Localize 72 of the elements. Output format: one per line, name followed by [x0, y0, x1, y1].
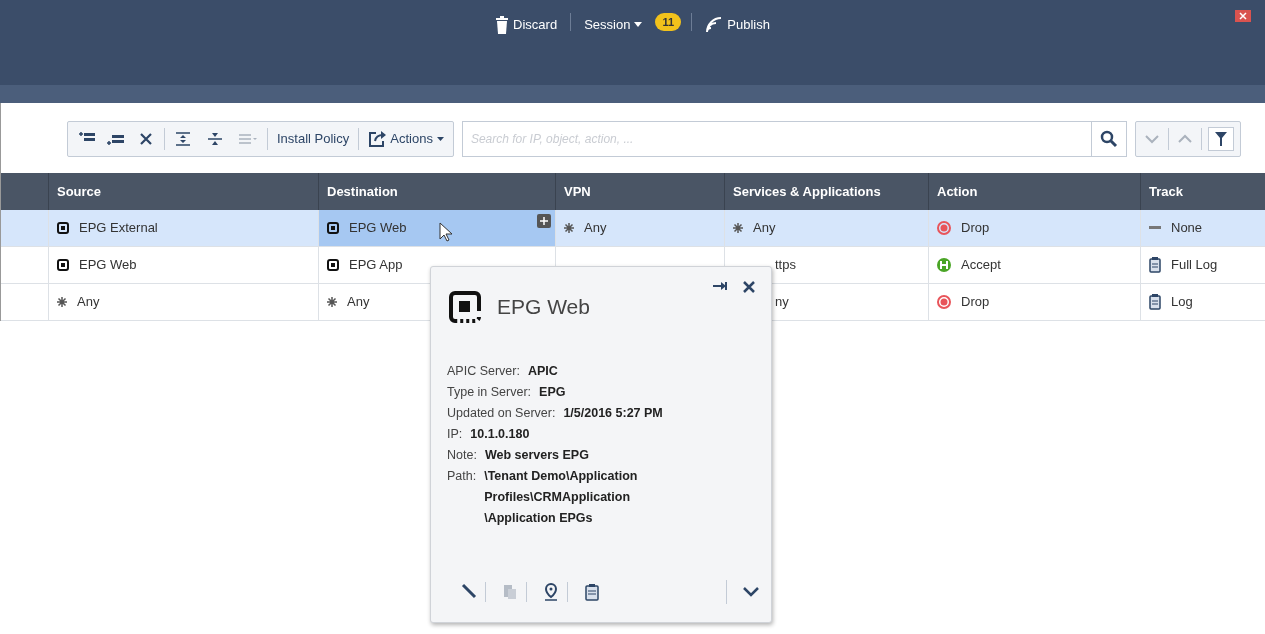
asterisk-icon [57, 297, 67, 307]
trash-icon [495, 15, 510, 34]
field-value: 10.1.0.180 [470, 426, 530, 443]
square-icon [327, 259, 339, 271]
install-policy-button[interactable]: Install Policy [274, 127, 353, 151]
popup-title: EPG Web [497, 294, 590, 321]
search-icon[interactable] [1100, 130, 1118, 148]
cell-text: Log [1171, 293, 1193, 312]
cell-text: Accept [961, 256, 1001, 275]
close-icon[interactable] [743, 281, 755, 293]
cell-text: Drop [961, 293, 990, 312]
field-label: Path: [447, 468, 477, 485]
square-icon [327, 222, 339, 234]
field-value: \Tenant Demo\Application Profiles\CRMApplication \Application EPGs [484, 468, 639, 527]
session-button[interactable]: Session [581, 13, 646, 37]
field-label: IP: [447, 426, 463, 443]
chevron-down-icon[interactable] [743, 587, 759, 597]
stop-circle-icon [937, 221, 951, 235]
square-icon [57, 222, 69, 234]
header-cell [1, 173, 49, 210]
add-icon[interactable] [537, 214, 551, 228]
column-header[interactable]: Track [1141, 173, 1265, 210]
cell-text: EPG Web [349, 219, 407, 238]
clipboard-icon [1149, 257, 1161, 273]
dash-icon [1149, 226, 1161, 230]
field-value: Web servers EPG [484, 447, 589, 464]
cell-text: Any [584, 219, 607, 238]
cursor-icon [439, 222, 453, 242]
actions-button[interactable]: Actions [365, 127, 447, 151]
field-label: Note: [447, 447, 477, 464]
stop-circle-icon [937, 295, 951, 309]
cell-text: Full Log [1171, 256, 1218, 275]
pin-icon[interactable] [713, 281, 727, 291]
publish-button[interactable]: Publish [702, 13, 773, 37]
square-icon [449, 291, 481, 323]
location-pin-icon[interactable] [543, 583, 559, 601]
cell-text: ttps [775, 256, 796, 275]
column-header[interactable]: Source [49, 173, 319, 210]
close-icon[interactable] [1235, 10, 1251, 22]
field-label: APIC Server: [447, 363, 520, 380]
cell-text: EPG App [349, 256, 403, 275]
caret-icon [634, 21, 643, 28]
field-label: Type in Server: [447, 384, 532, 401]
cell-text: EPG Web [79, 256, 137, 275]
cell-text: Any [77, 293, 100, 312]
discard-button[interactable]: Discard [492, 13, 561, 37]
field-value: EPG [539, 384, 566, 401]
field-label: Updated on Server: [447, 405, 556, 422]
column-header[interactable]: Destination [319, 173, 556, 210]
export-icon [368, 130, 387, 148]
column-header[interactable]: VPN [556, 173, 725, 210]
pencil-icon[interactable] [461, 583, 477, 601]
column-header[interactable]: Services & Applications [725, 173, 929, 210]
field-value: APIC [527, 363, 558, 380]
asterisk-icon [327, 297, 337, 307]
column-header[interactable]: Action [929, 173, 1141, 210]
clipboard-icon [1149, 294, 1161, 310]
cell-text: EPG External [79, 219, 158, 238]
field-value: 1/5/2016 5:27 PM [563, 405, 663, 422]
cell-text: Drop [961, 219, 990, 238]
filter-icon[interactable] [1215, 132, 1227, 146]
asterisk-icon [564, 223, 574, 233]
session-count-badge: 11 [655, 13, 682, 31]
caret-icon [436, 136, 444, 142]
cell-text: Any [753, 219, 776, 238]
asterisk-icon [733, 223, 743, 233]
clipboard-icon[interactable] [584, 583, 600, 601]
square-icon [57, 259, 69, 271]
cell-text: None [1171, 219, 1203, 238]
cell-text: Any [347, 293, 370, 312]
cell-text: ny [775, 293, 789, 312]
delete-icon[interactable] [137, 131, 155, 147]
